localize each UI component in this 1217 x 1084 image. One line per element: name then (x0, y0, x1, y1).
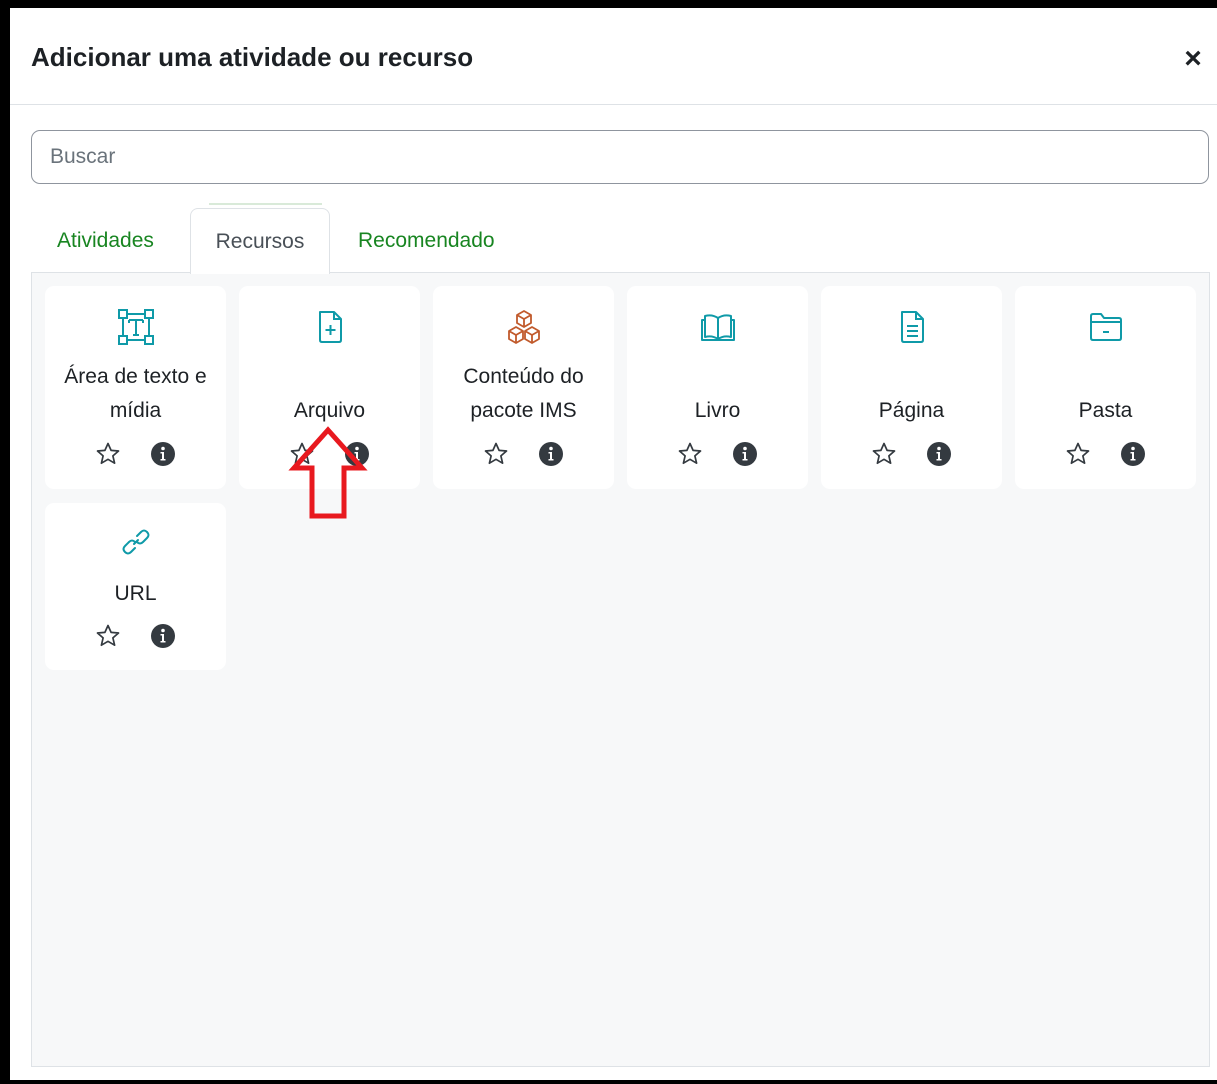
tab-atividades[interactable]: Atividades (36, 208, 190, 272)
star-icon[interactable] (483, 441, 509, 467)
star-icon[interactable] (95, 623, 121, 649)
star-icon[interactable] (95, 441, 121, 467)
modal-title: Adicionar uma atividade ou recurso (31, 42, 474, 72)
star-icon[interactable] (677, 441, 703, 467)
tab-recomendado[interactable]: Recomendado (358, 208, 523, 272)
resource-label: Área de texto e mídia (64, 365, 207, 422)
star-icon[interactable] (289, 441, 315, 467)
resource-card-livro[interactable]: Livro (627, 286, 808, 489)
resource-label: URL (114, 582, 157, 605)
info-icon[interactable] (1120, 441, 1146, 467)
modal-header: Adicionar uma atividade ou recurso × (10, 8, 1217, 105)
resource-label: Livro (694, 399, 741, 422)
folder-icon (1087, 308, 1125, 346)
cubes-icon (505, 308, 543, 346)
resource-label: Conteúdo do pacote IMS (463, 365, 584, 422)
add-activity-modal: Adicionar uma atividade ou recurso × Ati… (10, 8, 1217, 1080)
resource-label: Página (878, 399, 945, 422)
info-icon[interactable] (150, 623, 176, 649)
resource-label: Arquivo (293, 399, 366, 422)
page-document-icon (893, 308, 931, 346)
resource-card-pagina[interactable]: Página (821, 286, 1002, 489)
resources-grid: Área de texto e mídia Arquivo Conteúdo d… (31, 272, 1210, 1067)
tab-recursos[interactable]: Recursos (190, 208, 330, 274)
info-icon[interactable] (538, 441, 564, 467)
close-button[interactable]: × (1180, 44, 1206, 74)
star-icon[interactable] (1065, 441, 1091, 467)
star-icon[interactable] (871, 441, 897, 467)
link-icon (117, 523, 155, 561)
info-icon[interactable] (150, 441, 176, 467)
info-icon[interactable] (732, 441, 758, 467)
info-icon[interactable] (344, 441, 370, 467)
text-frame-icon (117, 308, 155, 346)
file-plus-icon (311, 308, 349, 346)
search-input[interactable] (31, 130, 1209, 184)
resource-label: Pasta (1078, 399, 1133, 422)
resource-card-pacote-ims[interactable]: Conteúdo do pacote IMS (433, 286, 614, 489)
resource-card-area-texto-midia[interactable]: Área de texto e mídia (45, 286, 226, 489)
resource-card-arquivo[interactable]: Arquivo (239, 286, 420, 489)
tab-focus-line (209, 203, 322, 205)
book-icon (699, 308, 737, 346)
resource-card-url[interactable]: URL (45, 503, 226, 670)
resource-card-pasta[interactable]: Pasta (1015, 286, 1196, 489)
info-icon[interactable] (926, 441, 952, 467)
